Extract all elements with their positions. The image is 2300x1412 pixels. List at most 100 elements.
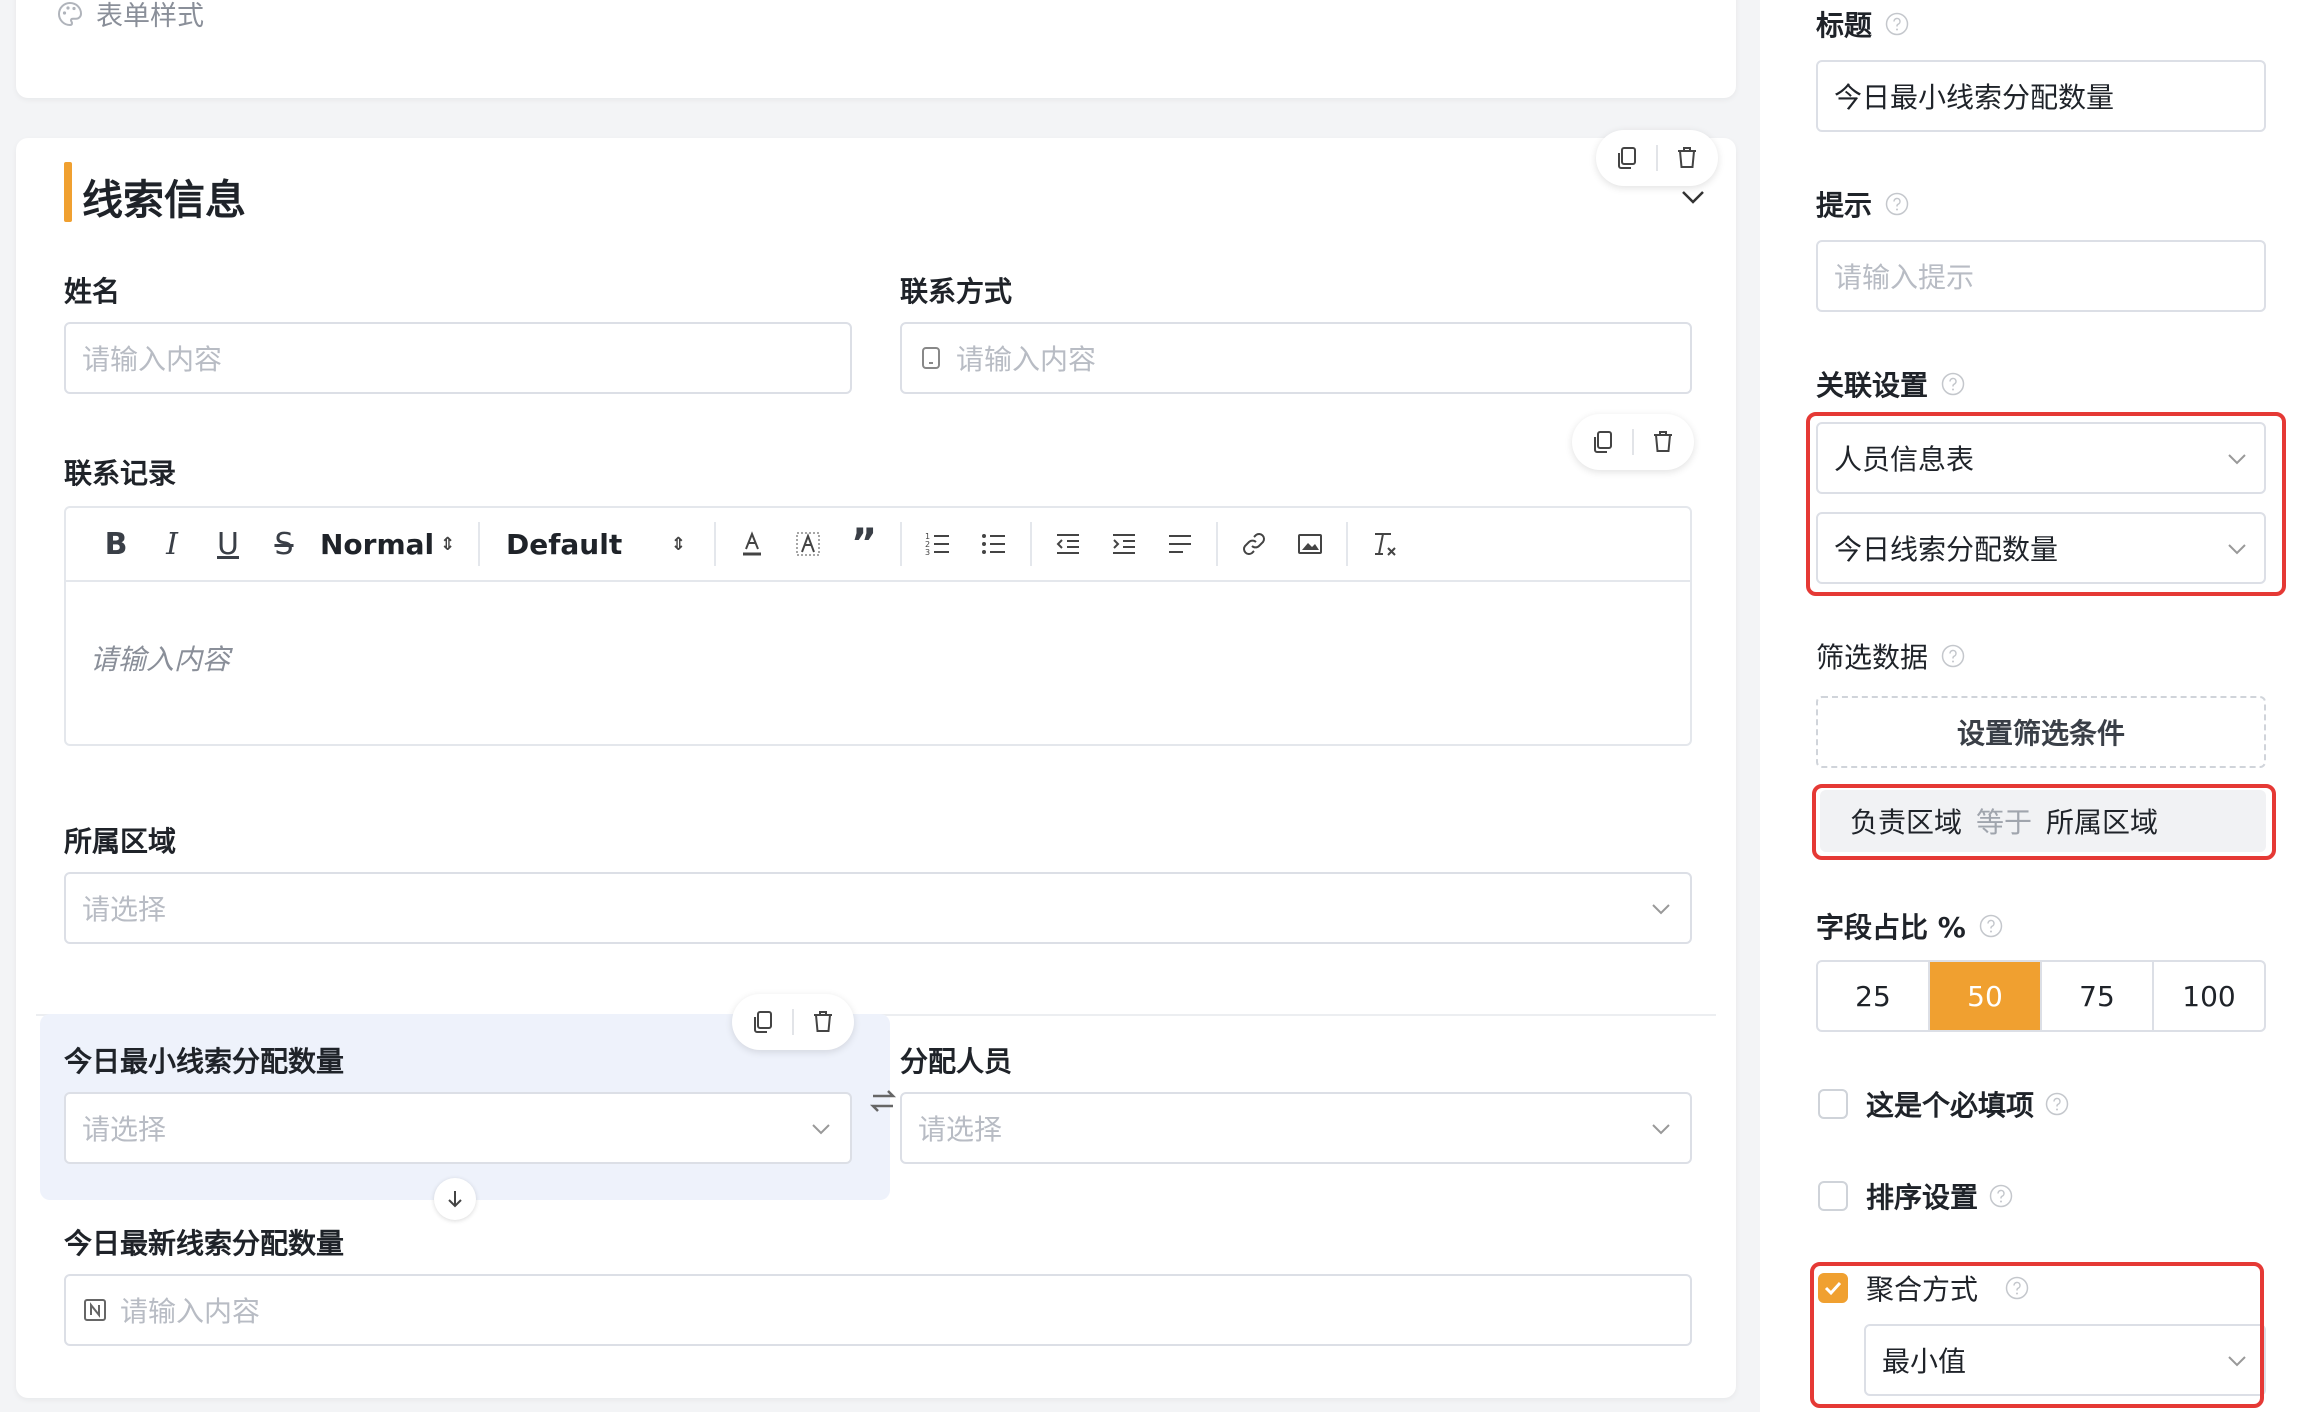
palette-icon: [56, 0, 84, 28]
section-card: 线索信息 姓名 请输入内容 联系方式 请输入内容 联系记录 B I U S No…: [16, 130, 1736, 1398]
required-row: 这是个必填项: [1818, 1084, 2070, 1124]
section-title: 线索信息: [82, 176, 246, 224]
editor-placeholder[interactable]: 请输入内容: [90, 638, 230, 678]
clear-format-icon[interactable]: [1356, 519, 1412, 569]
copy-icon[interactable]: [1588, 427, 1618, 457]
record-label: 联系记录: [64, 457, 177, 490]
outdent-icon[interactable]: [1040, 519, 1096, 569]
toolbar-divider: [1030, 522, 1032, 566]
min-count-placeholder: 请选择: [82, 1113, 167, 1146]
width-option-100[interactable]: 100: [2154, 962, 2264, 1030]
width-label-text: 字段占比 %: [1816, 911, 1966, 944]
min-count-label: 今日最小线索分配数量: [64, 1045, 345, 1078]
annotation-box-filter: [1812, 784, 2276, 860]
bullet-list-icon[interactable]: [966, 519, 1022, 569]
hint-label: 提示: [1816, 184, 1910, 224]
heading-select[interactable]: Normal ⇕: [320, 528, 470, 561]
indent-icon[interactable]: [1096, 519, 1152, 569]
updown-icon: ⇕: [440, 533, 456, 555]
copy-icon[interactable]: [1612, 143, 1642, 173]
underline-icon[interactable]: U: [200, 519, 256, 569]
contact-input[interactable]: 请输入内容: [900, 322, 1692, 394]
filter-label-text: 筛选数据: [1816, 641, 1929, 674]
updown-icon: ⇕: [670, 533, 686, 555]
blockquote-icon[interactable]: ”: [836, 519, 892, 569]
help-icon[interactable]: [1884, 11, 1910, 37]
phone-icon: [918, 345, 944, 371]
region-select[interactable]: 请选择: [64, 872, 1692, 944]
help-icon[interactable]: [2044, 1091, 2070, 1117]
name-input[interactable]: 请输入内容: [64, 322, 852, 394]
region-placeholder: 请选择: [82, 893, 167, 926]
help-icon[interactable]: [1940, 371, 1966, 397]
pill-divider: [1656, 145, 1658, 171]
name-placeholder: 请输入内容: [82, 343, 223, 376]
link-icon[interactable]: [1226, 519, 1282, 569]
width-option-50[interactable]: 50: [1930, 962, 2042, 1030]
toolbar-divider: [478, 522, 480, 566]
chevron-down-icon: [808, 1116, 834, 1142]
background-color-icon[interactable]: [780, 519, 836, 569]
font-color-icon[interactable]: [724, 519, 780, 569]
font-select-value: Default: [506, 527, 623, 561]
form-style-button[interactable]: 表单样式: [56, 0, 204, 33]
hint-placeholder: 请输入提示: [1834, 261, 1975, 294]
toolbar-divider: [900, 522, 902, 566]
relation-label: 关联设置: [1816, 364, 1966, 404]
width-segmented-control: 25 50 75 100: [1816, 960, 2266, 1032]
help-icon[interactable]: [1940, 643, 1966, 669]
chevron-down-icon: [1648, 1116, 1674, 1142]
required-label: 这是个必填项: [1866, 1089, 2035, 1122]
swap-icon[interactable]: [868, 1086, 898, 1116]
form-style-card: 表单样式: [16, 0, 1736, 98]
toolbar-divider: [1216, 522, 1218, 566]
delete-icon[interactable]: [1672, 143, 1702, 173]
width-option-75[interactable]: 75: [2042, 962, 2154, 1030]
help-icon[interactable]: [1884, 191, 1910, 217]
pill-divider: [792, 1009, 794, 1035]
copy-icon[interactable]: [748, 1007, 778, 1037]
form-style-label: 表单样式: [96, 1, 204, 32]
assignee-placeholder: 请选择: [918, 1113, 1003, 1146]
editor-toolbar: B I U S Normal ⇕ Default ⇕ ” 1 2 3: [66, 508, 1690, 582]
latest-count-placeholder: 请输入内容: [120, 1295, 261, 1328]
assignee-select[interactable]: 请选择: [900, 1092, 1692, 1164]
title-label: 标题: [1816, 4, 1910, 44]
section-actions: [1596, 130, 1718, 186]
width-label: 字段占比 %: [1816, 906, 2004, 946]
font-select[interactable]: Default ⇕: [506, 528, 706, 561]
strikethrough-icon[interactable]: S: [256, 519, 312, 569]
form-canvas: 表单样式 线索信息 姓名 请输入内容 联系方式 请输入内容 联系记录 B I U…: [0, 0, 1760, 1412]
number-icon: [82, 1297, 108, 1323]
move-down-icon[interactable]: [434, 1178, 476, 1220]
help-icon[interactable]: [1988, 1183, 2014, 1209]
section-accent-bar: [64, 162, 72, 222]
record-actions: [1572, 414, 1694, 470]
chevron-down-icon: [1648, 896, 1674, 922]
annotation-box-relation: [1806, 412, 2286, 596]
name-label: 姓名: [64, 275, 121, 308]
required-checkbox[interactable]: [1818, 1089, 1848, 1119]
contact-placeholder: 请输入内容: [956, 343, 1097, 376]
region-label: 所属区域: [64, 825, 177, 858]
title-input[interactable]: 今日最小线索分配数量: [1816, 60, 2266, 132]
help-icon[interactable]: [1978, 913, 2004, 939]
italic-icon[interactable]: I: [144, 519, 200, 569]
delete-icon[interactable]: [1648, 427, 1678, 457]
width-option-25[interactable]: 25: [1818, 962, 1930, 1030]
collapse-chevron-icon[interactable]: [1676, 180, 1710, 214]
hint-input[interactable]: 请输入提示: [1816, 240, 2266, 312]
bold-icon[interactable]: B: [88, 519, 144, 569]
filter-label: 筛选数据: [1816, 636, 1966, 676]
sort-checkbox[interactable]: [1818, 1181, 1848, 1211]
assignee-label: 分配人员: [900, 1045, 1013, 1078]
ordered-list-icon[interactable]: 123: [910, 519, 966, 569]
latest-count-input[interactable]: 请输入内容: [64, 1274, 1692, 1346]
image-icon[interactable]: [1282, 519, 1338, 569]
delete-icon[interactable]: [808, 1007, 838, 1037]
min-count-select[interactable]: 请选择: [64, 1092, 852, 1164]
annotation-box-aggregate: [1810, 1262, 2264, 1408]
set-filter-button[interactable]: 设置筛选条件: [1816, 696, 2266, 768]
toolbar-divider: [1346, 522, 1348, 566]
align-icon[interactable]: [1152, 519, 1208, 569]
